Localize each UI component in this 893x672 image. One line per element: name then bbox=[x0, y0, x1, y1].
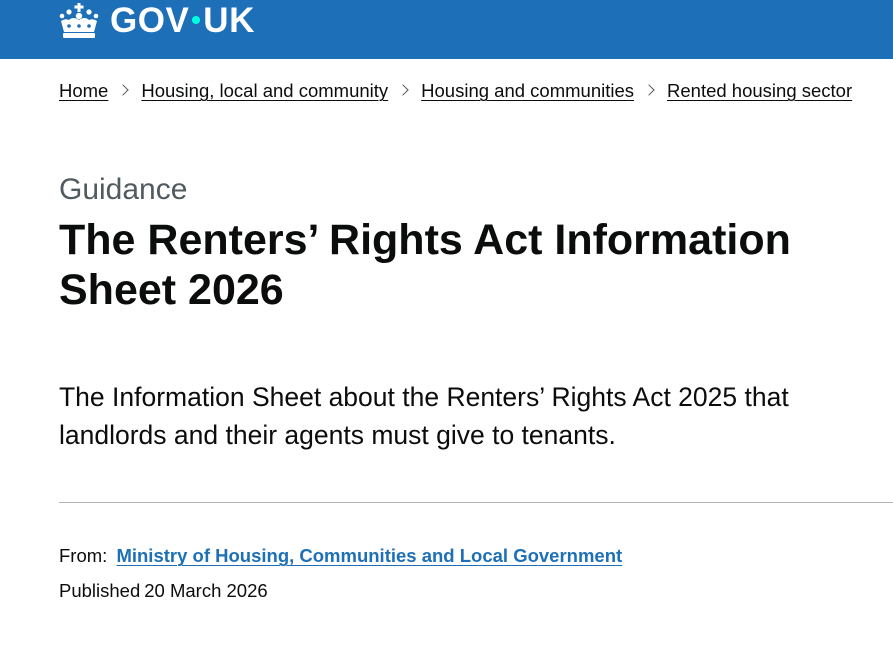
page-caption: Guidance bbox=[59, 173, 188, 206]
logo-dot bbox=[192, 15, 201, 24]
from-label: From: bbox=[59, 545, 108, 566]
logo-text: GOV UK bbox=[110, 2, 255, 40]
logo-text-gov: GOV bbox=[110, 1, 190, 40]
logo-text-uk: UK bbox=[203, 1, 255, 40]
site-header: GOV UK bbox=[0, 0, 893, 59]
breadcrumb-link-housing-local-community[interactable]: Housing, local and community bbox=[141, 80, 388, 102]
breadcrumb-link-home[interactable]: Home bbox=[59, 80, 108, 102]
chevron-right-icon bbox=[117, 84, 130, 96]
organisation-link[interactable]: Ministry of Housing, Communities and Loc… bbox=[116, 545, 622, 566]
metadata-from: From: Ministry of Housing, Communities a… bbox=[59, 543, 622, 569]
breadcrumb-link-housing-communities[interactable]: Housing and communities bbox=[421, 80, 634, 102]
published-label: Published bbox=[59, 580, 141, 601]
section-divider bbox=[59, 502, 893, 503]
crown-icon bbox=[59, 3, 99, 38]
page-lead-paragraph: The Information Sheet about the Renters’… bbox=[59, 382, 789, 450]
govuk-logo-link[interactable]: GOV UK bbox=[58, 2, 255, 40]
breadcrumb-link-rented-housing-sector[interactable]: Rented housing sector bbox=[667, 80, 852, 102]
page-title: The Renters’ Rights Act Information Shee… bbox=[59, 216, 791, 314]
chevron-right-icon bbox=[397, 84, 409, 96]
published-date: 20 March 2026 bbox=[144, 580, 268, 601]
metadata-published: Published 20 March 2026 bbox=[59, 578, 268, 604]
chevron-right-icon bbox=[643, 84, 655, 96]
breadcrumb: Home Housing, local and community Housin… bbox=[59, 78, 852, 104]
